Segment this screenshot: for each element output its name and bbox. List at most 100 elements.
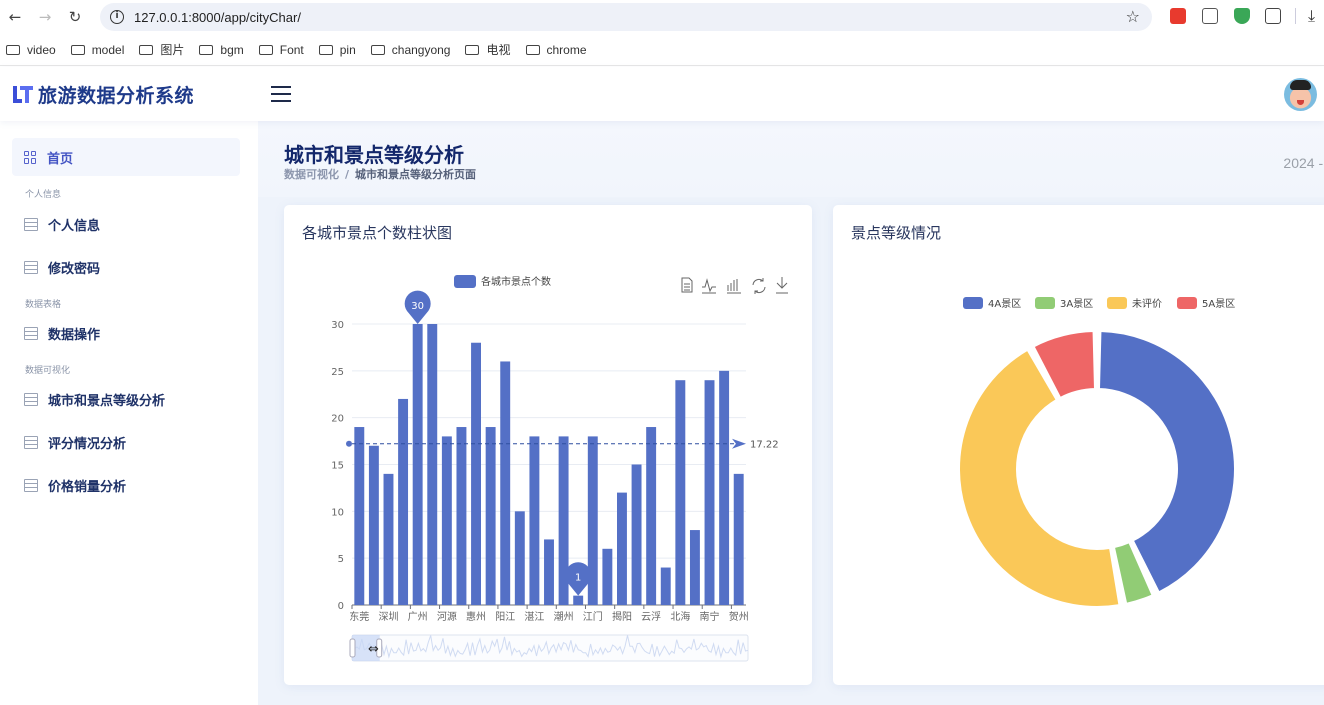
line-chart-icon[interactable] <box>702 278 716 294</box>
bar[interactable] <box>617 492 627 605</box>
download-icon[interactable]: ⤓ <box>1308 6 1315 26</box>
sidebar-item-label: 价格销量分析 <box>48 479 127 495</box>
legend-swatch[interactable] <box>454 275 476 288</box>
average-line-arrow <box>732 438 746 449</box>
logo-icon <box>13 86 33 103</box>
bar[interactable] <box>485 427 496 605</box>
date-display: 2024 - J <box>1283 155 1324 171</box>
datazoom-track[interactable] <box>351 634 749 662</box>
bookmark-font[interactable]: Font <box>258 43 304 57</box>
sidebar-item-label: 个人信息 <box>48 218 101 234</box>
legend-label[interactable]: 3A景区 <box>1060 298 1093 310</box>
bookmark-pin[interactable]: pin <box>318 43 356 57</box>
bookmark-model[interactable]: model <box>70 42 125 57</box>
bar-chart-icon[interactable] <box>727 279 741 294</box>
y-tick-label: 5 <box>338 554 344 565</box>
bar[interactable] <box>456 427 467 605</box>
legend-swatch[interactable] <box>1177 297 1197 309</box>
bookmark-label: model <box>91 42 125 57</box>
sidebar-item-data-operation[interactable]: 数据操作 <box>12 314 240 352</box>
bar[interactable] <box>427 324 438 605</box>
datazoom-slider[interactable]: ⇔ <box>349 634 749 662</box>
legend-label[interactable]: 5A景区 <box>1202 298 1235 310</box>
bookmark-tv[interactable]: 电视 <box>465 41 511 58</box>
bookmark-chrome[interactable]: chrome <box>525 43 587 57</box>
browser-toolbar: ← → ↻ i 127.0.0.1:8000/app/cityChar/ ☆ ⤓ <box>0 0 1324 34</box>
legend-label[interactable]: 未评价 <box>1132 298 1162 310</box>
legend-label[interactable]: 各城市景点个数 <box>481 275 551 288</box>
x-tick-label: 贺州 <box>729 611 749 623</box>
folder-icon <box>6 44 20 55</box>
extension-shield-icon[interactable] <box>1234 8 1250 24</box>
bar[interactable] <box>660 567 671 605</box>
y-tick-label: 20 <box>331 414 344 425</box>
bar[interactable] <box>412 324 423 605</box>
bar[interactable] <box>573 595 584 605</box>
sidebar-item-home[interactable]: 首页 <box>12 138 240 176</box>
bar[interactable] <box>704 380 715 605</box>
bar[interactable] <box>368 445 379 605</box>
url-text[interactable]: 127.0.0.1:8000/app/cityChar/ <box>134 10 301 25</box>
address-bar[interactable]: i 127.0.0.1:8000/app/cityChar/ ☆ <box>100 3 1152 31</box>
bookmark-changyong[interactable]: changyong <box>370 43 450 57</box>
forward-icon[interactable]: → <box>30 8 60 26</box>
bookmark-star-icon[interactable]: ☆ <box>1126 7 1140 26</box>
sidebar-item-rating[interactable]: 评分情况分析 <box>12 423 240 461</box>
data-view-icon[interactable] <box>681 277 693 293</box>
site-info-icon[interactable]: i <box>110 10 124 24</box>
bar[interactable] <box>354 427 365 605</box>
sidebar-item-label: 数据操作 <box>48 327 101 343</box>
bar[interactable] <box>719 370 730 605</box>
x-tick-label: 深圳 <box>378 611 398 623</box>
restore-icon[interactable] <box>752 278 766 294</box>
bar[interactable] <box>544 539 554 605</box>
bar[interactable] <box>675 380 686 605</box>
folder-icon <box>370 44 385 55</box>
legend-swatch[interactable] <box>963 297 983 309</box>
bar[interactable] <box>733 473 744 605</box>
mark-point-label: 30 <box>411 301 424 312</box>
reload-icon[interactable]: ↻ <box>60 8 90 26</box>
back-icon[interactable]: ← <box>0 8 30 26</box>
resize-cursor-icon: ⇔ <box>368 642 379 657</box>
bar[interactable] <box>398 398 409 605</box>
datazoom-handle-start[interactable] <box>349 638 356 658</box>
save-image-icon[interactable] <box>776 277 788 294</box>
y-tick-label: 15 <box>331 461 344 472</box>
y-tick-label: 30 <box>331 320 344 331</box>
legend-swatch[interactable] <box>1035 297 1055 309</box>
bar[interactable] <box>500 361 511 605</box>
app-logo[interactable]: 旅游数据分析系统 <box>12 81 194 108</box>
extension-red-icon[interactable] <box>1170 8 1186 24</box>
menu-toggle-icon[interactable] <box>271 86 291 102</box>
bar[interactable] <box>471 342 481 605</box>
sidebar-section-title: 个人信息 <box>25 190 62 200</box>
app-header: 旅游数据分析系统 <box>0 67 1324 121</box>
user-avatar[interactable] <box>1284 78 1317 111</box>
breadcrumb-parent[interactable]: 数据可视化 <box>284 168 339 181</box>
bar[interactable] <box>689 530 700 605</box>
bar[interactable] <box>529 436 540 605</box>
sidebar-item-price-sales[interactable]: 价格销量分析 <box>12 466 240 504</box>
bookmark-pictures[interactable]: 图片 <box>139 41 184 58</box>
bar[interactable] <box>383 473 394 605</box>
x-tick-label: 阳江 <box>495 611 515 623</box>
bookmark-bgm[interactable]: bgm <box>199 43 244 57</box>
bar[interactable] <box>602 548 613 605</box>
bar[interactable] <box>631 464 642 606</box>
legend-swatch[interactable] <box>1107 297 1127 309</box>
sidebar-section-title: 数据可视化 <box>25 366 71 376</box>
legend-label[interactable]: 4A景区 <box>988 298 1021 310</box>
extension-copy-icon[interactable] <box>1202 8 1218 24</box>
bookmark-label: video <box>27 42 56 57</box>
bar[interactable] <box>514 511 525 605</box>
extensions-puzzle-icon[interactable] <box>1265 8 1281 24</box>
app-title: 旅游数据分析系统 <box>38 84 195 107</box>
bar[interactable] <box>646 427 657 605</box>
sidebar-item-city-level[interactable]: 城市和景点等级分析 <box>12 380 240 418</box>
bookmark-video[interactable]: video <box>6 43 56 57</box>
bar[interactable] <box>441 436 452 605</box>
y-tick-label: 10 <box>331 507 344 518</box>
sidebar-item-change-password[interactable]: 修改密码 <box>12 248 240 286</box>
sidebar-item-profile[interactable]: 个人信息 <box>12 205 240 243</box>
